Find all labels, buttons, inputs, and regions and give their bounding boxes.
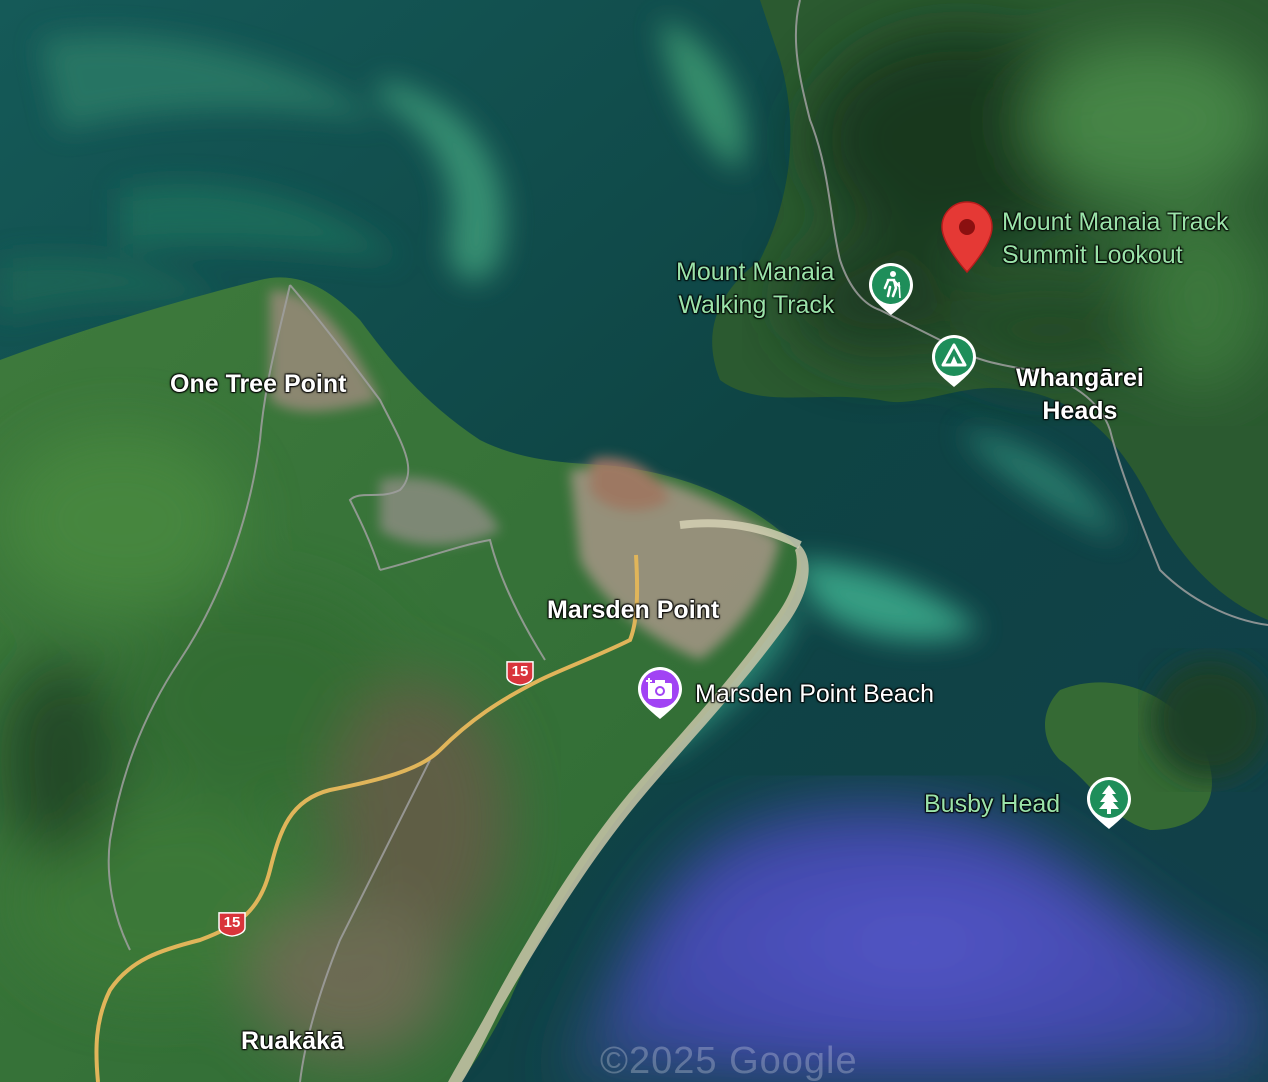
hiking-icon[interactable] bbox=[866, 260, 916, 318]
map-attribution: ©2025 Google bbox=[600, 1040, 858, 1082]
place-label-one-tree-point[interactable]: One Tree Point bbox=[170, 368, 346, 401]
satellite-imagery bbox=[0, 0, 1268, 1082]
highway-shield-upper-label: 15 bbox=[511, 663, 529, 680]
campground-icon[interactable] bbox=[929, 332, 979, 390]
red-map-pin-icon[interactable] bbox=[940, 200, 994, 274]
place-label-ruakaka[interactable]: Ruakākā bbox=[241, 1025, 344, 1058]
highway-shield-lower-label: 15 bbox=[223, 914, 241, 931]
poi-label-busby-head[interactable]: Busby Head bbox=[924, 788, 1060, 821]
tree-icon[interactable] bbox=[1084, 774, 1134, 832]
map-canvas[interactable]: 15 15 One Tree Point Marsden Point Ruakā… bbox=[0, 0, 1268, 1082]
camera-icon[interactable] bbox=[635, 664, 685, 722]
poi-label-marsden-point-beach[interactable]: Marsden Point Beach bbox=[695, 678, 934, 711]
place-label-whangarei-heads[interactable]: Whangārei Heads bbox=[1016, 362, 1144, 428]
poi-label-summit-lookout[interactable]: Mount Manaia Track Summit Lookout bbox=[1002, 206, 1229, 272]
place-label-marsden-point[interactable]: Marsden Point bbox=[547, 594, 719, 627]
poi-label-walking-track[interactable]: Mount Manaia Walking Track bbox=[676, 256, 834, 322]
